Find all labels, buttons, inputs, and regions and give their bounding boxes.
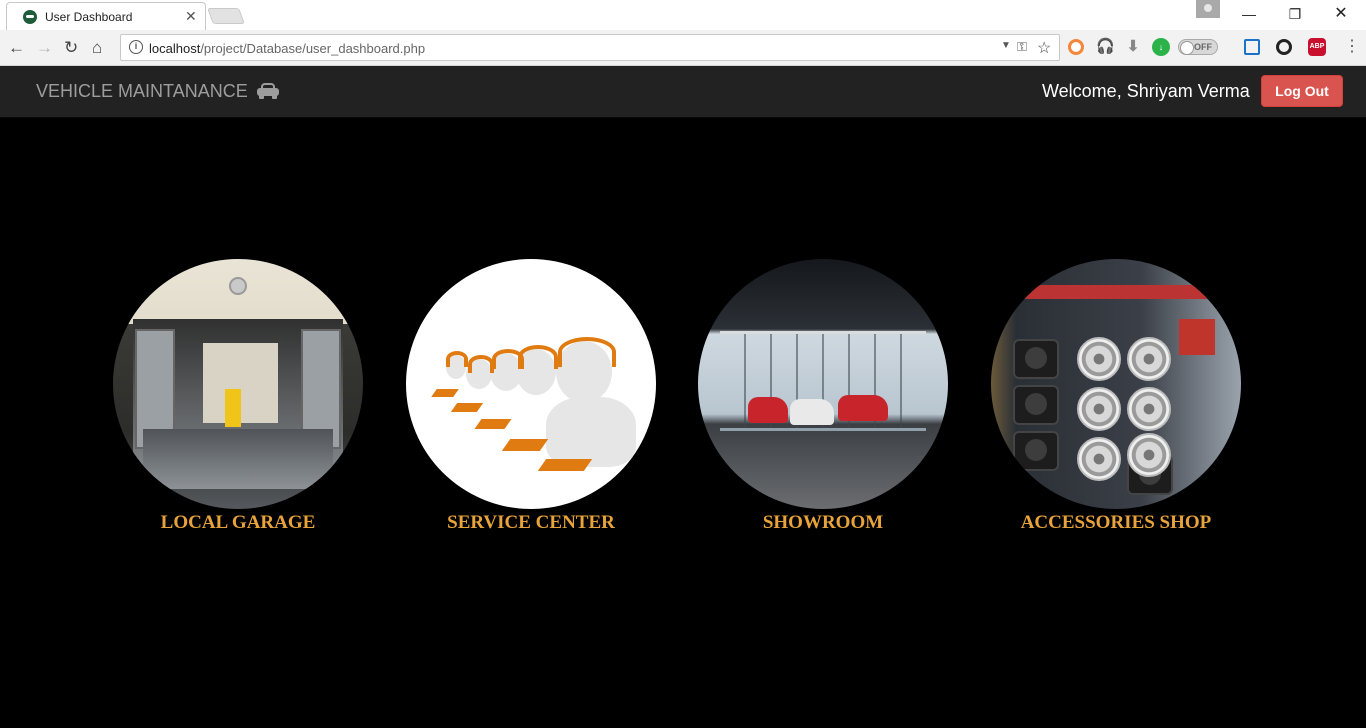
- tile-label[interactable]: ACCESSORIES SHOP: [961, 512, 1271, 534]
- tab-title: User Dashboard: [45, 10, 133, 24]
- logout-button[interactable]: Log Out: [1261, 75, 1343, 107]
- tab-close-icon[interactable]: ✕: [185, 8, 197, 25]
- car-icon: [256, 83, 279, 99]
- tile-showroom[interactable]: SHOWROOM: [698, 259, 948, 539]
- tile-accessories-shop[interactable]: ACCESSORIES SHOP: [991, 259, 1241, 539]
- address-bar[interactable]: i localhost/project/Database/user_dashbo…: [120, 34, 1060, 61]
- new-tab-button[interactable]: [207, 8, 245, 24]
- home-icon[interactable]: ⌂: [92, 38, 102, 58]
- restore-button[interactable]: ❐: [1280, 4, 1310, 24]
- navbar-brand[interactable]: VEHICLE MAINTANANCE: [36, 81, 279, 102]
- download-manager-icon[interactable]: ↓: [1152, 38, 1170, 56]
- back-arrow-icon[interactable]: ←: [8, 38, 25, 58]
- local-garage-image[interactable]: [113, 259, 363, 509]
- browser-toolbar: ← → ↻ ⌂ i localhost/project/Database/use…: [0, 30, 1366, 66]
- url-host: localhost: [149, 41, 201, 56]
- tile-label[interactable]: SHOWROOM: [668, 512, 978, 534]
- headphones-icon[interactable]: 🎧: [1096, 38, 1115, 56]
- welcome-message: Welcome, Shriyam Verma: [1042, 81, 1250, 101]
- adblock-plus-icon[interactable]: ABP: [1308, 38, 1326, 56]
- favicon-icon: [23, 10, 37, 24]
- showroom-image[interactable]: [698, 259, 948, 509]
- minimize-button[interactable]: —: [1234, 4, 1264, 24]
- tile-label[interactable]: SERVICE CENTER: [376, 512, 686, 534]
- forward-arrow-icon[interactable]: →: [36, 38, 53, 58]
- service-center-image[interactable]: [406, 259, 656, 509]
- url-path: /project/Database/user_dashboard.php: [200, 41, 426, 56]
- user-profile-icon[interactable]: [1196, 0, 1220, 18]
- tile-label[interactable]: LOCAL GARAGE: [83, 512, 393, 534]
- site-navbar: VEHICLE MAINTANANCE Welcome, Shriyam Ver…: [0, 66, 1366, 118]
- brand-title: VEHICLE MAINTANANCE: [36, 81, 248, 101]
- toggle-off-extension[interactable]: OFF: [1178, 39, 1218, 55]
- browser-tab[interactable]: User Dashboard ✕: [6, 2, 206, 30]
- reload-icon[interactable]: ↻: [64, 38, 78, 58]
- close-window-button[interactable]: ✕: [1326, 4, 1356, 24]
- bookmark-star-icon[interactable]: ☆: [1037, 38, 1051, 58]
- download-icon[interactable]: ⬇: [1124, 38, 1142, 56]
- extension-square-icon[interactable]: [1244, 39, 1260, 55]
- dropdown-arrow-icon[interactable]: ▼: [1001, 40, 1011, 51]
- browser-tab-bar: User Dashboard ✕ — ❐ ✕: [0, 0, 1366, 30]
- extension-ring-icon[interactable]: [1276, 39, 1292, 55]
- tile-local-garage[interactable]: LOCAL GARAGE: [113, 259, 363, 539]
- url-text: localhost/project/Database/user_dashboar…: [149, 41, 425, 56]
- tile-service-center[interactable]: SERVICE CENTER: [406, 259, 656, 539]
- key-icon[interactable]: ⚿: [1017, 39, 1027, 55]
- browser-menu-icon[interactable]: ⋮: [1344, 38, 1360, 56]
- extension-c-icon[interactable]: [1068, 39, 1084, 55]
- accessories-shop-image[interactable]: [991, 259, 1241, 509]
- info-icon[interactable]: i: [129, 40, 143, 54]
